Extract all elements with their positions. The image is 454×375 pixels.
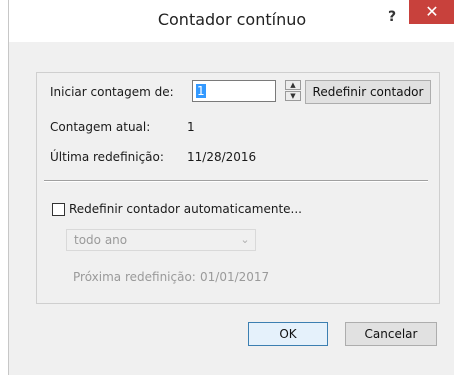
frequency-select[interactable]: todo ano ⌄ [66, 229, 256, 251]
divider [44, 180, 428, 182]
spin-up-icon[interactable]: ▲ [285, 80, 301, 90]
next-reset-value: 01/01/2017 [200, 270, 270, 284]
ok-button[interactable]: OK [248, 322, 328, 346]
last-reset-value: 11/28/2016 [187, 150, 257, 164]
title-bar: Contador contínuo ? ✕ [9, 0, 454, 42]
reset-counter-button[interactable]: Redefinir contador [305, 80, 431, 104]
start-count-label: Iniciar contagem de: [50, 85, 174, 99]
auto-reset-label[interactable]: Redefinir contador automaticamente... [69, 202, 302, 216]
start-count-spinner[interactable]: ▲ ▼ [285, 80, 301, 102]
close-button[interactable]: ✕ [409, 0, 454, 24]
start-count-input[interactable]: 1 [192, 80, 276, 102]
cancel-button[interactable]: Cancelar [345, 322, 437, 346]
current-count-label: Contagem atual: [50, 120, 151, 134]
chevron-down-icon: ⌄ [240, 233, 250, 246]
frequency-selected-value: todo ano [74, 233, 128, 247]
current-count-value: 1 [187, 120, 195, 134]
next-reset-label: Próxima redefinição: [73, 270, 196, 284]
last-reset-label: Última redefinição: [50, 150, 164, 164]
close-icon: ✕ [425, 2, 439, 21]
spin-down-icon[interactable]: ▼ [285, 91, 301, 101]
auto-reset-checkbox[interactable] [52, 203, 65, 216]
start-count-value: 1 [196, 84, 206, 98]
help-button[interactable]: ? [379, 6, 405, 28]
